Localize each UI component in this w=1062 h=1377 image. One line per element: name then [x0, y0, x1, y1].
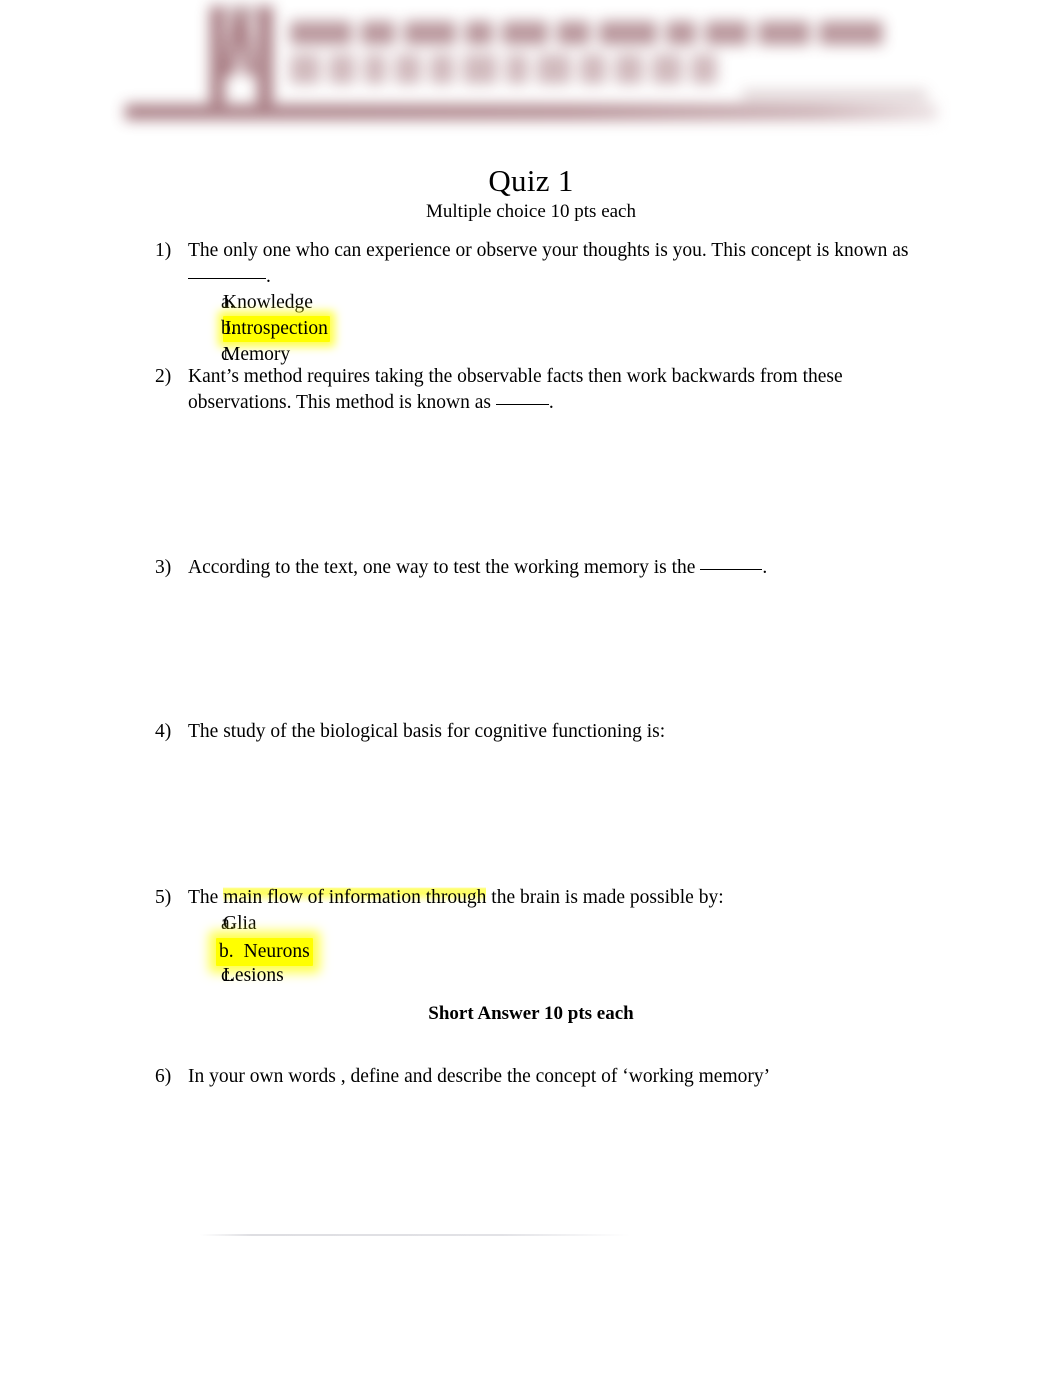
- question-number: 6): [155, 1066, 172, 1087]
- option-item[interactable]: c. Lesions: [188, 963, 915, 989]
- question-number: 1): [155, 240, 172, 261]
- question-text: The only one who can experience or obser…: [188, 238, 915, 290]
- option-marker: c.: [221, 965, 235, 986]
- option-label: Neurons: [243, 941, 310, 962]
- option-marker: a.: [221, 913, 235, 934]
- question-3-terminator: .: [762, 557, 768, 578]
- option-marker: b.: [219, 941, 234, 962]
- logo-monogram-icon: [210, 6, 273, 107]
- option-item[interactable]: b. Introspection: [188, 316, 915, 342]
- answer-blank[interactable]: [188, 278, 266, 279]
- question-2-terminator: .: [548, 392, 554, 413]
- option-item[interactable]: a. Knowledge: [188, 290, 915, 316]
- question-text: Kant’s method requires taking the observ…: [188, 364, 915, 416]
- answer-blank[interactable]: [700, 569, 763, 570]
- question-text: The study of the biological basis for co…: [188, 721, 666, 742]
- option-item[interactable]: b. Neurons b. Neurons: [188, 937, 915, 966]
- logo-wordmark: [290, 14, 935, 100]
- answer-blank[interactable]: [495, 404, 549, 405]
- question-1-options: a. Knowledge b. Introspection c. Memory: [188, 290, 915, 368]
- question-2: 2) Kant’s method requires taking the obs…: [155, 364, 915, 416]
- option-item[interactable]: a. Glia: [188, 911, 915, 937]
- question-text: According to the text, one way to test t…: [188, 555, 915, 581]
- short-answer-heading: Short Answer 10 pts each: [428, 1003, 634, 1024]
- question-5-lead: The: [188, 887, 224, 908]
- question-6: 6) In your own words , define and descri…: [155, 1064, 915, 1090]
- question-text: In your own words , define and describe …: [188, 1066, 771, 1087]
- question-5-options: a. Glia b. Neurons b. Neurons c. Lesions: [188, 911, 915, 989]
- option-marker: b.: [221, 318, 236, 339]
- letterhead-rule-tail: [125, 108, 943, 115]
- question-5-tail: the brain is made possible by:: [486, 887, 724, 908]
- question-text: The main flow of information through the…: [188, 885, 915, 911]
- question-number: 5): [155, 887, 172, 908]
- question-1-terminator: .: [266, 266, 271, 287]
- question-1: 1) The only one who can experience or ob…: [155, 238, 915, 368]
- question-number: 3): [155, 557, 172, 578]
- question-number: 4): [155, 721, 172, 742]
- option-marker: a.: [221, 292, 235, 313]
- question-5: 5) The main flow of information through …: [155, 885, 915, 989]
- question-5-highlighted-phrase: main flow of information through: [223, 887, 487, 908]
- question-number: 2): [155, 366, 172, 387]
- question-2-stem: Kant’s method requires taking the observ…: [188, 366, 843, 413]
- university-logo-icon: [125, 0, 945, 136]
- letterhead: [0, 0, 1062, 140]
- question-4: 4) The study of the biological basis for…: [155, 719, 915, 745]
- page-subtitle: Multiple choice 10 pts each: [426, 201, 636, 222]
- option-highlight-band: b. Neurons: [216, 938, 313, 966]
- question-3: 3) According to the text, one way to tes…: [155, 555, 915, 581]
- question-1-stem: The only one who can experience or obser…: [188, 240, 909, 261]
- question-3-stem: According to the text, one way to test t…: [188, 557, 701, 578]
- footer-divider: [200, 1234, 630, 1236]
- page-title: Quiz 1: [488, 163, 574, 198]
